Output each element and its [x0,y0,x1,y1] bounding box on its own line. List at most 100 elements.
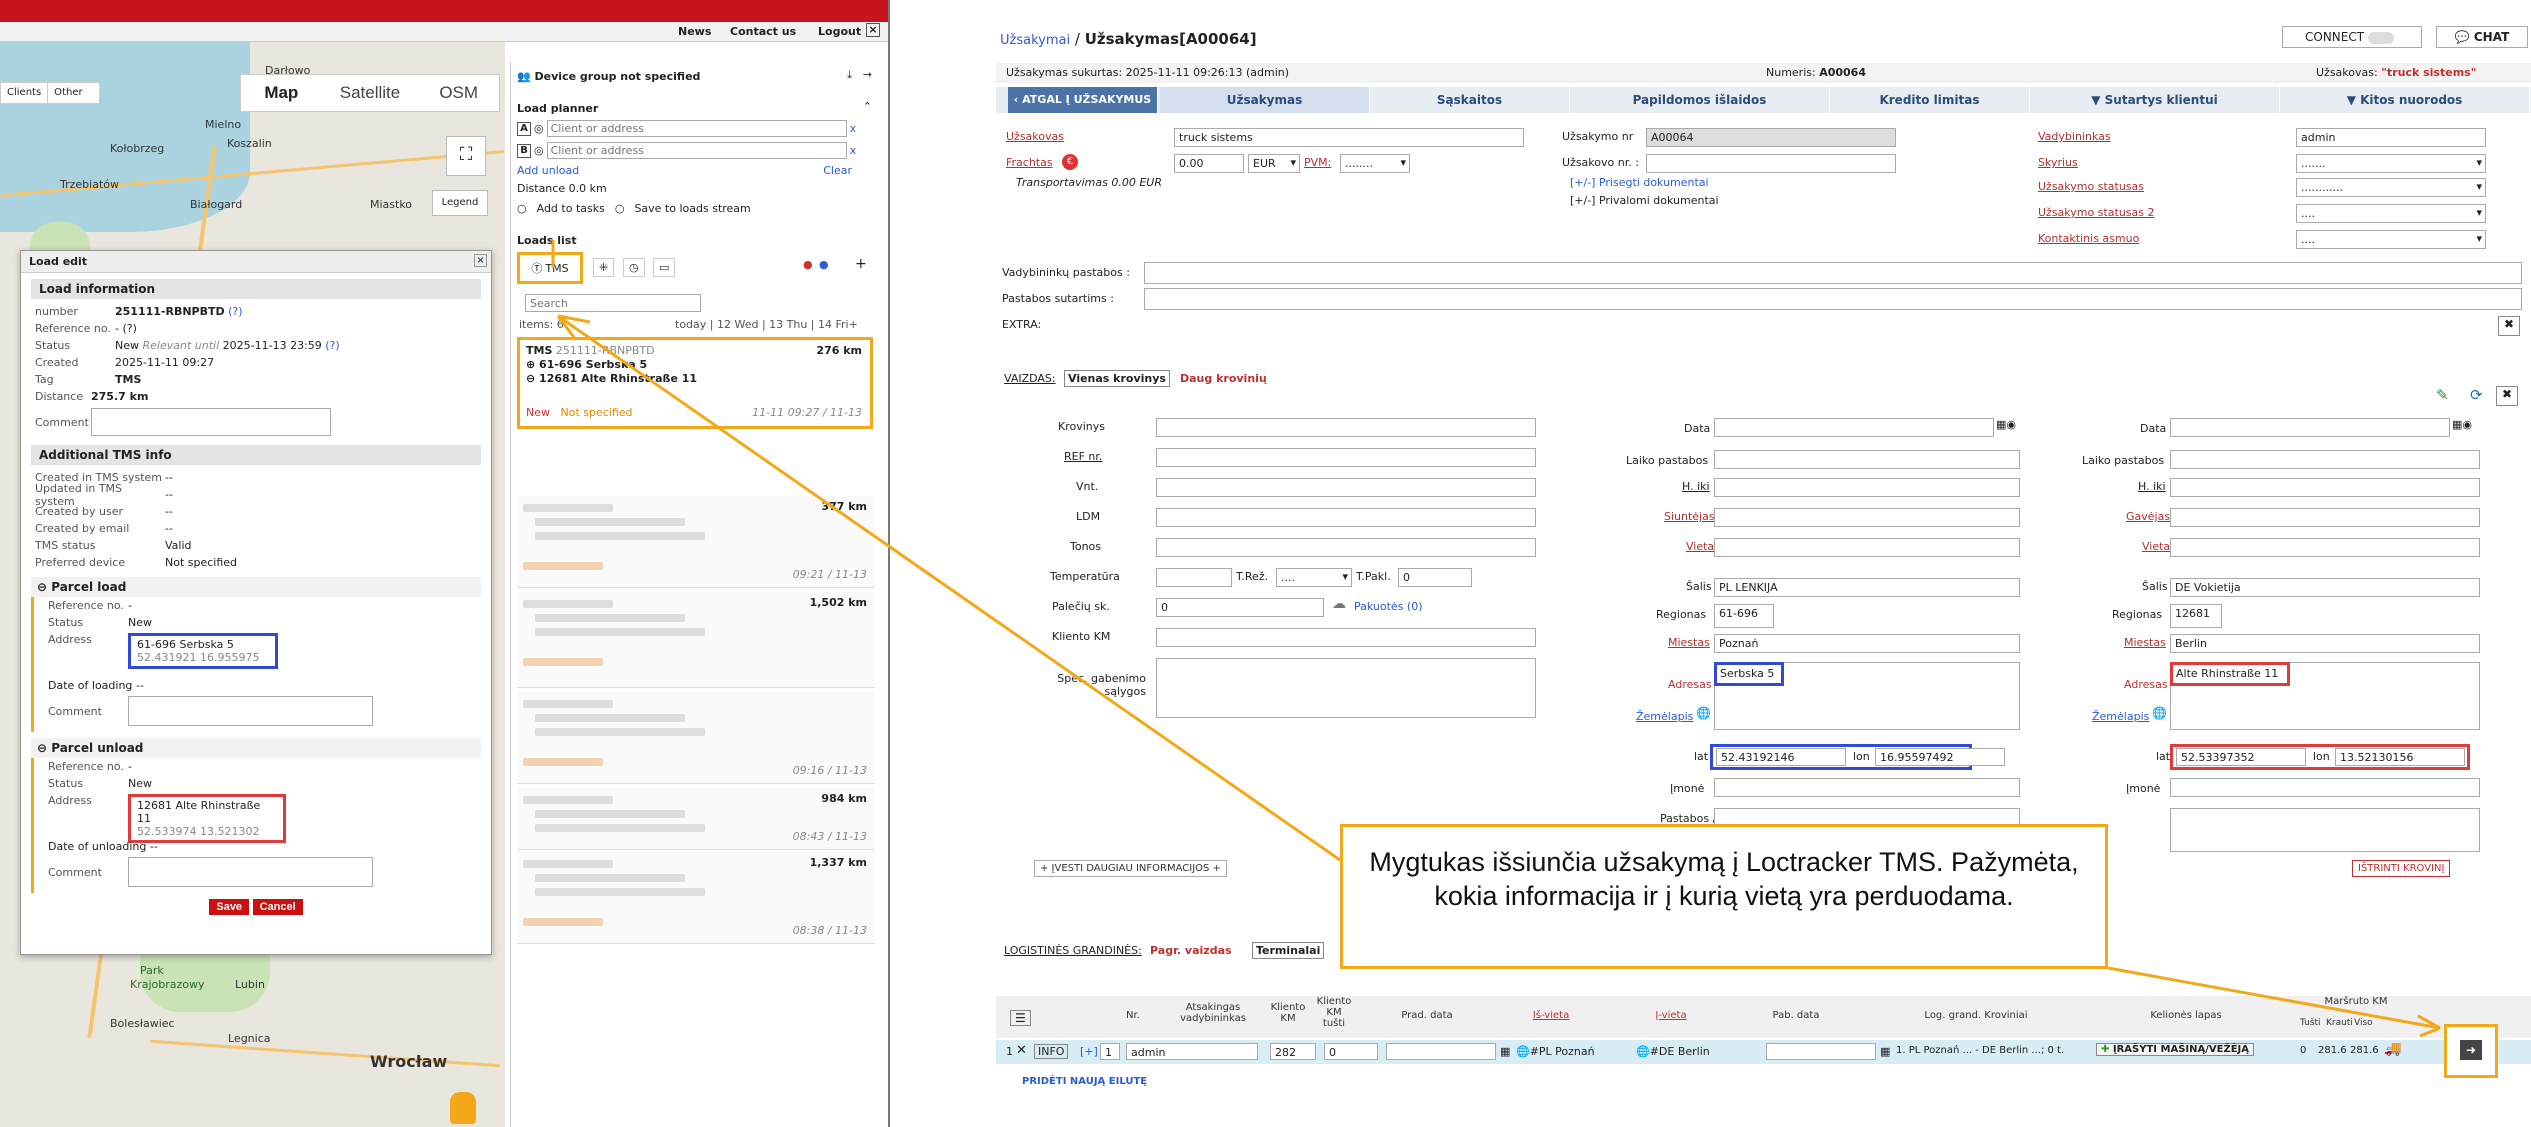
tab-uzsakymas[interactable]: Užsakymas [1160,87,1370,113]
client-address-input-a[interactable] [546,120,847,137]
info-button[interactable]: INFO [1034,1044,1069,1059]
clear-link[interactable]: Clear [823,164,852,177]
single-cargo-tab[interactable]: Vienas krovinys [1064,370,1170,387]
unload-region-input[interactable]: 12681 [2170,604,2222,628]
row-end-date-input[interactable] [1766,1043,1876,1060]
satellite-tab[interactable]: Satellite [322,75,419,111]
field-label[interactable]: Vadybininkas [2038,130,2111,143]
contract-notes-input[interactable] [1144,288,2522,310]
fullscreen-icon[interactable]: ⛶ [446,136,486,176]
manager-input[interactable]: admin [2296,128,2486,147]
unload-lon-input[interactable]: 13.52130156 [2335,748,2465,766]
temp-mode-select[interactable]: .... [1276,568,1352,587]
chat-button[interactable]: 💬 CHAT [2436,26,2528,48]
other-filter[interactable]: Other [48,83,88,103]
connect-toggle[interactable]: CONNECT [2282,26,2422,48]
field-label[interactable]: Skyrius [2038,156,2078,169]
tools-icon[interactable]: ✖ [2496,386,2518,406]
load-card[interactable]: 984 km 08:43 / 11-13 [517,788,875,862]
add-icon[interactable]: + [855,256,867,272]
close-icon[interactable]: × [474,254,487,267]
legend-button[interactable]: Legend [432,190,488,216]
required-docs-link[interactable]: [+/-] Privalomi dokumentai [1570,194,1719,207]
row-start-date-input[interactable] [1386,1043,1496,1060]
load-city-input[interactable]: Poznań [1714,634,2020,653]
download-icon[interactable]: ⤓ [847,68,852,82]
department-select[interactable]: ....... [2296,154,2486,173]
vat-select[interactable]: ........ [1340,154,1410,173]
unload-lat-input[interactable]: 52.53397352 [2176,748,2306,766]
load-map-link[interactable]: Žemėlapis [1636,710,1693,723]
load-lon-input[interactable]: 16.95597492 [1875,748,2005,766]
clock-icon[interactable]: ◷ [623,258,645,277]
search-input[interactable] [525,294,701,312]
calendar-icon[interactable]: ▦ [1500,1045,1510,1058]
chevron-up-icon[interactable]: ⌃ [863,100,872,113]
more-info-button[interactable]: + ĮVESTI DAUGIAU INFORMACIJOS + [1034,860,1227,877]
units-input[interactable] [1156,478,1536,497]
row-km-input[interactable]: 282 [1270,1043,1316,1060]
tms-tab[interactable]: Ⓣ TMS [517,252,583,284]
terminals-tab[interactable]: Terminalai [1252,942,1325,959]
help-link[interactable]: (?) [325,339,339,352]
pin-icon[interactable]: ● [803,258,813,271]
clear-x-icon[interactable]: x [850,122,857,135]
comment-textarea[interactable] [128,696,373,726]
contact-person-select[interactable]: .... [2296,230,2486,249]
feather-icon[interactable]: ✎ [2436,386,2449,404]
row-manager-input[interactable]: admin [1126,1043,1258,1060]
field-label[interactable]: REF nr. [1064,450,1102,463]
field-label[interactable]: Miestas [1668,636,1710,649]
unload-country-input[interactable]: DE Vokietija [2170,578,2480,597]
assign-vehicle-button[interactable]: ✚ ĮRAŠYTI MAŠINĄ/VEŽĖJĄ [2096,1043,2254,1056]
field-label[interactable]: Užsakymo statusas [2038,180,2144,193]
column-header[interactable]: Iš-vieta [1496,1010,1606,1021]
spinner-icon[interactable]: ⁜ [593,258,615,277]
send-to-tms-button[interactable]: ➜ [2460,1040,2482,1060]
temp-tolerance-input[interactable]: 0 [1398,568,1472,587]
field-label[interactable]: Gavėjas [2126,510,2170,523]
unload-time-notes-input[interactable] [2170,450,2480,469]
tab-kredito-limitas[interactable]: Kredito limitas [1830,87,2030,113]
customer-input[interactable]: truck sistems [1174,128,1524,147]
load-card[interactable]: 1,502 km [517,592,875,688]
tab-kitos-nuorodos[interactable]: ▼ Kitos nuorodos [2280,87,2530,113]
packages-link[interactable]: Pakuotės (0) [1354,600,1423,613]
load-lat-input[interactable]: 52.43192146 [1716,748,1846,766]
field-label[interactable]: Vieta [2142,540,2170,553]
load-card[interactable]: 09:16 / 11-13 [517,692,875,784]
unload-place-input[interactable] [2170,538,2480,557]
tms-load-card[interactable]: TMS 251111-RBNPBTD 276 km ⊕ 61-696 Serbs… [517,337,873,429]
menu-icon[interactable]: ☰ [1010,1010,1031,1026]
map-tab[interactable]: Map [241,75,322,111]
calendar-icon[interactable]: ▦◉ [1996,418,2016,431]
close-icon[interactable]: × [866,23,880,37]
radio-icon[interactable]: ○ [517,202,527,215]
save-button[interactable]: Save [209,899,250,915]
folder-icon[interactable]: ▭ [653,258,676,277]
currency-select[interactable]: EUR [1248,154,1300,173]
tons-input[interactable] [1156,538,1536,557]
logout-link[interactable]: Logout [818,25,861,38]
cancel-button[interactable]: Cancel [252,899,303,915]
order-status-select[interactable]: ............ [2296,178,2486,197]
load-date-input[interactable] [1714,418,1994,437]
special-conditions-textarea[interactable] [1156,658,1536,718]
tab-sutartys[interactable]: ▼ Sutartys klientui [2030,87,2280,113]
load-country-input[interactable]: PL LENKIJA [1714,578,2020,597]
field-label[interactable]: H. iki [1682,480,1710,493]
load-hours-input[interactable] [1714,478,2020,497]
field-label[interactable]: Vieta [1686,540,1714,553]
delete-row-icon[interactable]: ✕ [1016,1043,1027,1058]
sync-icon[interactable]: ⟳ [2470,386,2483,404]
globe-icon[interactable]: 🌐 [2152,706,2167,720]
temperature-input[interactable] [1156,568,1232,587]
customer-order-input[interactable] [1646,154,1896,173]
comment-textarea[interactable] [91,408,331,436]
field-label[interactable]: Kontaktinis asmuo [2038,232,2139,245]
field-label[interactable]: Siuntėjas [1664,510,1715,523]
ref-input[interactable] [1156,448,1536,467]
tab-saskaitos[interactable]: Sąskaitos [1370,87,1570,113]
tab-papildomos-islaidos[interactable]: Papildomos išlaidos [1570,87,1830,113]
truck-icon[interactable]: 🚚 [2384,1041,2401,1057]
